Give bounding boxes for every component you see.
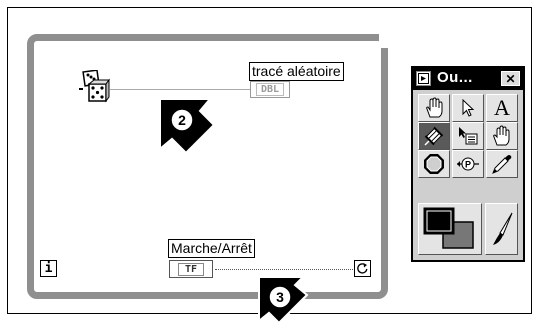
- paintbrush-tool-icon[interactable]: [485, 203, 518, 255]
- text-tool-glyph: A: [494, 95, 510, 120]
- probe-data-icon[interactable]: P: [452, 150, 484, 178]
- random-number-dice-icon[interactable]: [78, 70, 110, 104]
- connect-wire-spool-icon[interactable]: [418, 122, 450, 150]
- operate-value-tool-icon[interactable]: [418, 94, 450, 122]
- palette-close-button[interactable]: ✕: [501, 71, 520, 86]
- callout-marker-2: 2: [159, 98, 216, 155]
- random-number-wire[interactable]: [110, 89, 253, 90]
- tools-palette-titlebar[interactable]: Ou... ✕: [413, 68, 523, 90]
- get-color-eyedropper-icon[interactable]: [486, 150, 518, 178]
- tf-terminal-text: TF: [177, 262, 205, 276]
- palette-app-icon: [416, 71, 431, 86]
- position-select-arrow-icon[interactable]: [452, 94, 484, 122]
- dbl-indicator-terminal[interactable]: DBL: [250, 81, 290, 98]
- tools-palette-window[interactable]: Ou... ✕ A P: [411, 66, 525, 262]
- set-color-tool-icon[interactable]: [418, 203, 482, 255]
- dbl-terminal-text: DBL: [255, 83, 285, 96]
- trace-indicator-label[interactable]: tracé aléatoire: [249, 62, 344, 81]
- close-icon: ✕: [505, 71, 516, 86]
- switch-control-label[interactable]: Marche/Arrêt: [168, 239, 255, 258]
- loop-condition-terminal[interactable]: [354, 260, 371, 277]
- callout-marker-3: 3: [258, 276, 309, 324]
- callout-2-text: 2: [178, 112, 186, 128]
- continue-while-true-icon: [357, 263, 368, 274]
- palette-title: Ou...: [437, 69, 473, 86]
- boolean-wire[interactable]: [215, 269, 355, 270]
- object-shortcut-menu-icon[interactable]: [452, 122, 484, 150]
- tf-control-terminal[interactable]: TF: [169, 260, 213, 278]
- iteration-terminal[interactable]: i: [40, 260, 57, 277]
- edit-text-tool-icon[interactable]: A: [486, 94, 518, 122]
- scroll-window-hand-icon[interactable]: [486, 122, 518, 150]
- svg-text:P: P: [465, 160, 471, 170]
- callout-3-text: 3: [276, 289, 284, 305]
- breakpoint-stop-sign-icon[interactable]: [418, 150, 450, 178]
